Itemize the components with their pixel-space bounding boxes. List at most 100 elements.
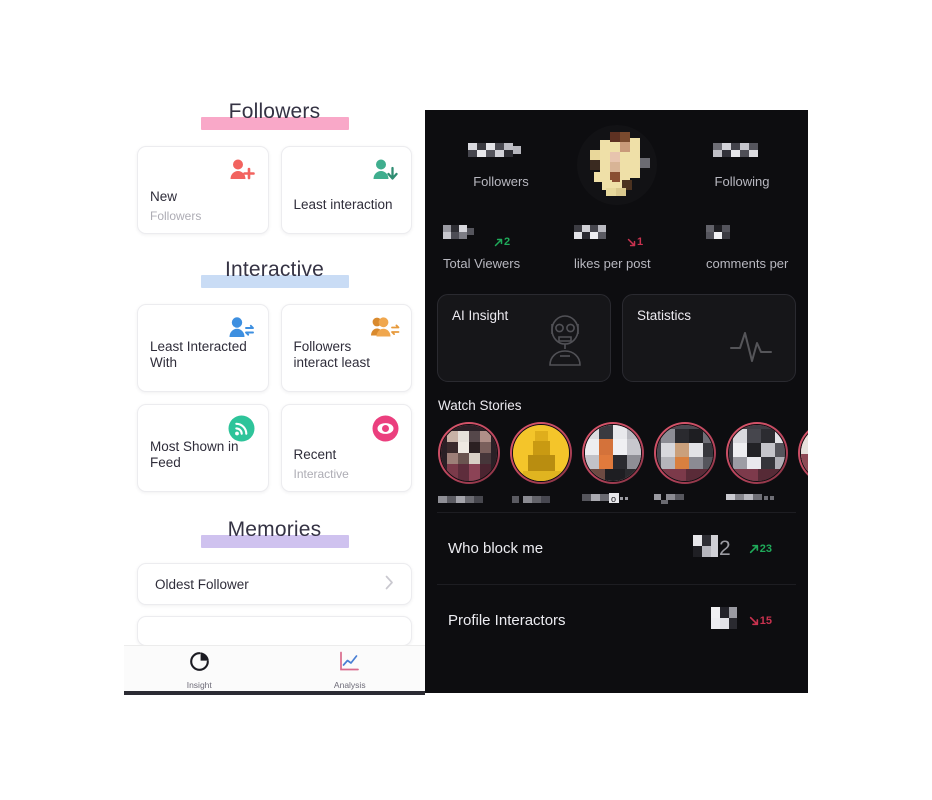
story-ring — [798, 422, 808, 484]
chevron-right-icon — [385, 575, 394, 593]
stat-label: comments per — [706, 256, 789, 271]
story-ring — [438, 422, 500, 484]
pixelated-number — [443, 225, 474, 239]
story-item[interactable] — [798, 422, 808, 500]
following-count-censored — [701, 143, 783, 166]
stat-likes-per-post[interactable]: 1 likes per post — [574, 225, 651, 271]
card-recent-interactive[interactable]: Recent Interactive — [280, 404, 412, 492]
delta-badge-down: 1 — [627, 236, 643, 248]
stat-label: Following — [714, 174, 770, 189]
story-item[interactable] — [438, 422, 504, 503]
mini-stats-row: 2 Total Viewers 1 likes per post comment… — [425, 220, 808, 290]
card-subtitle: Followers — [150, 209, 202, 223]
screenshot-stage: Followers New Followers Least interactio… — [0, 0, 932, 800]
delta-value: 2 — [504, 236, 511, 248]
pixelated-avatar — [576, 125, 657, 205]
story-avatar — [584, 424, 642, 482]
row-label: Profile Interactors — [448, 612, 566, 629]
pixelated-number — [574, 225, 606, 239]
row-value-group: 2 23 — [691, 533, 796, 564]
profile-interactors-value-censored — [709, 605, 739, 636]
card-title: Statistics — [637, 308, 692, 323]
pixelated-number: 2 — [692, 535, 731, 560]
story-ring — [654, 422, 716, 484]
pixelated-number — [468, 143, 521, 157]
story-avatar — [440, 424, 498, 482]
story-item[interactable] — [726, 422, 792, 500]
card-new-followers[interactable]: New Followers — [137, 146, 269, 234]
stat-followers[interactable]: Followers — [443, 140, 559, 189]
row-profile-interactors[interactable]: Profile Interactors 15 — [437, 584, 796, 656]
card-least-interacted-with[interactable]: Least Interacted With — [137, 304, 269, 392]
section-title: Memories — [227, 518, 322, 541]
who-block-me-value-censored: 2 — [691, 533, 739, 564]
delta-value: 15 — [759, 614, 772, 627]
delta-badge-up: 23 — [749, 543, 772, 555]
card-ai-insight[interactable]: AI Insight — [437, 294, 611, 382]
followers-count-censored — [460, 143, 542, 166]
row-value-group: 15 — [709, 605, 796, 636]
delta-badge-up: 2 — [494, 236, 510, 248]
card-statistics[interactable]: Statistics — [622, 294, 796, 382]
card-title: Followers interact least — [293, 339, 371, 370]
list-item-oldest-follower[interactable]: Oldest Follower — [137, 563, 412, 605]
section-header-memories: Memories — [124, 518, 425, 552]
eye-circle-icon — [370, 413, 400, 443]
followers-card-row: New Followers Least interaction — [124, 146, 425, 234]
row-who-block-me[interactable]: Who block me 2 23 — [437, 512, 796, 584]
story-avatar — [728, 424, 786, 482]
tab-analysis[interactable]: Analysis — [275, 646, 426, 694]
tab-insight[interactable]: Insight — [124, 646, 275, 694]
tab-label: Analysis — [333, 679, 366, 690]
watch-stories-row[interactable]: o — [425, 413, 808, 504]
story-avatar — [512, 424, 570, 482]
section-title: Followers — [228, 100, 321, 123]
story-item[interactable] — [510, 422, 576, 503]
profile-header: Followers Following — [425, 110, 808, 220]
pixelated-number — [710, 607, 737, 629]
robot-icon — [536, 310, 594, 373]
person-down-icon — [370, 155, 400, 185]
interactive-card-row-1: Least Interacted With Followers interact… — [124, 304, 425, 392]
avatar[interactable] — [576, 124, 658, 206]
stat-label: likes per post — [574, 256, 651, 271]
row-label: Who block me — [448, 540, 544, 557]
section-header-interactive: Interactive — [124, 258, 425, 292]
person-swap-icon — [227, 313, 257, 343]
story-item[interactable]: o — [582, 422, 648, 504]
story-item[interactable] — [654, 422, 720, 504]
story-name-censored — [438, 491, 504, 503]
person-add-icon — [227, 155, 257, 185]
feature-card-row: AI Insight Statistics — [425, 290, 808, 382]
insight-panel: Followers New Followers Least interactio… — [124, 100, 425, 693]
section-title: Interactive — [224, 258, 325, 281]
story-avatar — [656, 424, 714, 482]
stat-comments-per[interactable]: comments per — [706, 225, 789, 271]
card-title: Recent — [293, 447, 337, 462]
svg-text:o: o — [611, 494, 616, 504]
likes-per-post-value-censored — [574, 223, 622, 248]
story-avatar — [800, 424, 808, 482]
story-ring — [510, 422, 572, 484]
card-title: Least interaction — [293, 197, 393, 212]
card-followers-interact-least[interactable]: Followers interact least — [280, 304, 412, 392]
signal-circle-icon — [227, 413, 257, 443]
card-title: Most Shown in Feed — [150, 439, 239, 470]
delta-value: 1 — [637, 236, 644, 248]
stat-total-viewers[interactable]: 2 Total Viewers — [443, 225, 521, 271]
pixelated-number — [713, 143, 758, 157]
story-name-censored — [654, 491, 720, 504]
tab-label: Insight — [186, 679, 212, 690]
comments-per-value-censored — [706, 223, 746, 248]
list-item-partial[interactable] — [137, 616, 412, 646]
card-title: Least Interacted With — [150, 339, 247, 370]
stat-label: Total Viewers — [443, 256, 521, 271]
stat-label: Followers — [473, 174, 529, 189]
delta-badge-down: 15 — [749, 615, 772, 627]
card-most-shown-in-feed[interactable]: Most Shown in Feed — [137, 404, 269, 492]
pie-chart-icon — [189, 651, 210, 677]
card-least-interaction[interactable]: Least interaction — [280, 146, 412, 234]
people-swap-icon — [370, 313, 400, 343]
stat-following[interactable]: Following — [684, 140, 800, 189]
svg-text:2: 2 — [719, 537, 731, 559]
